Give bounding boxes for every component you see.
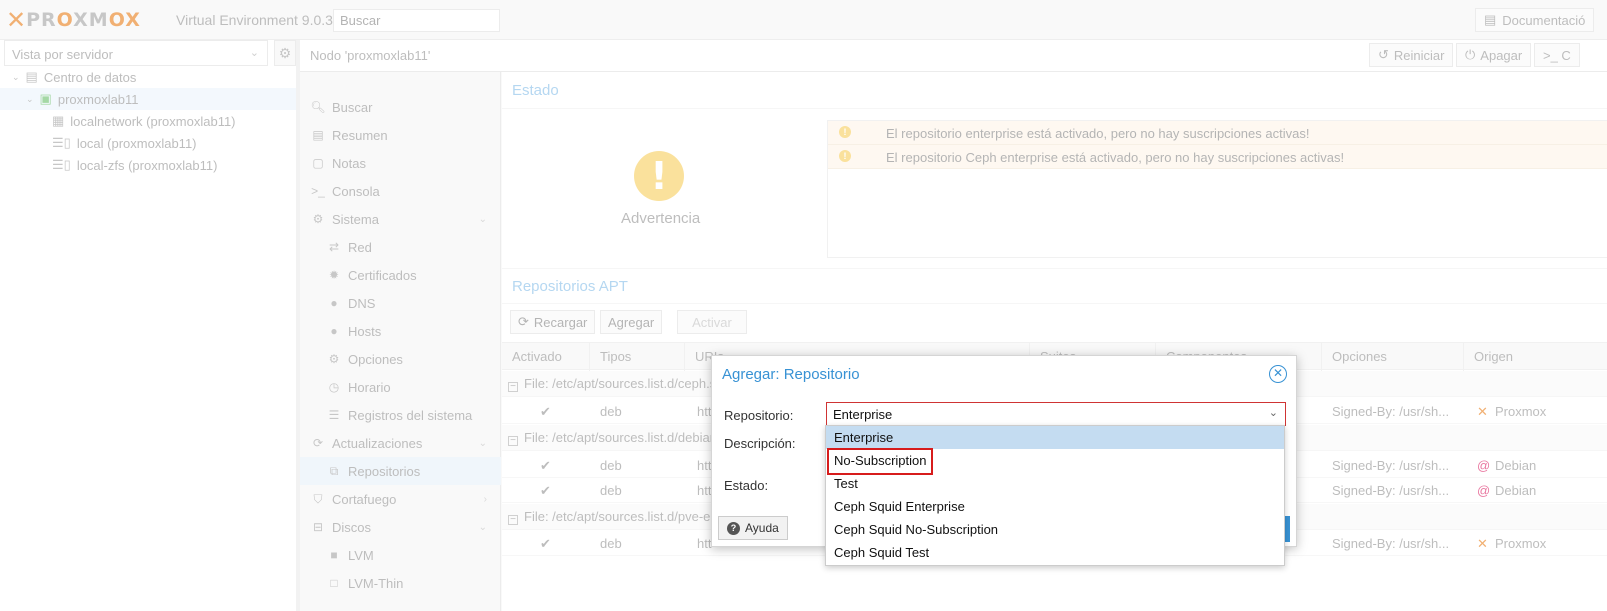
- option-enterprise[interactable]: Enterprise: [826, 426, 1284, 449]
- repository-combobox[interactable]: Enterprise ⌄: [826, 402, 1286, 426]
- help-button[interactable]: ? Ayuda: [718, 516, 788, 540]
- option-ceph-squid-no-subscription[interactable]: Ceph Squid No-Subscription: [826, 518, 1284, 541]
- dialog-title: Agregar: Repositorio: [722, 366, 860, 383]
- option-test[interactable]: Test: [826, 472, 1284, 495]
- repository-label: Repositorio:: [724, 408, 794, 423]
- description-label: Descripción:: [724, 436, 796, 451]
- status-label: Estado:: [724, 478, 769, 493]
- option-ceph-squid-enterprise[interactable]: Ceph Squid Enterprise: [826, 495, 1284, 518]
- close-icon[interactable]: ✕: [1269, 365, 1287, 383]
- option-ceph-squid-test[interactable]: Ceph Squid Test: [826, 541, 1284, 564]
- annotation-highlight-box: [827, 448, 933, 475]
- repository-dropdown-list: Enterprise No-Subscription Test Ceph Squ…: [825, 425, 1285, 566]
- question-icon: ?: [727, 521, 740, 535]
- chevron-down-icon[interactable]: ⌄: [1269, 406, 1278, 419]
